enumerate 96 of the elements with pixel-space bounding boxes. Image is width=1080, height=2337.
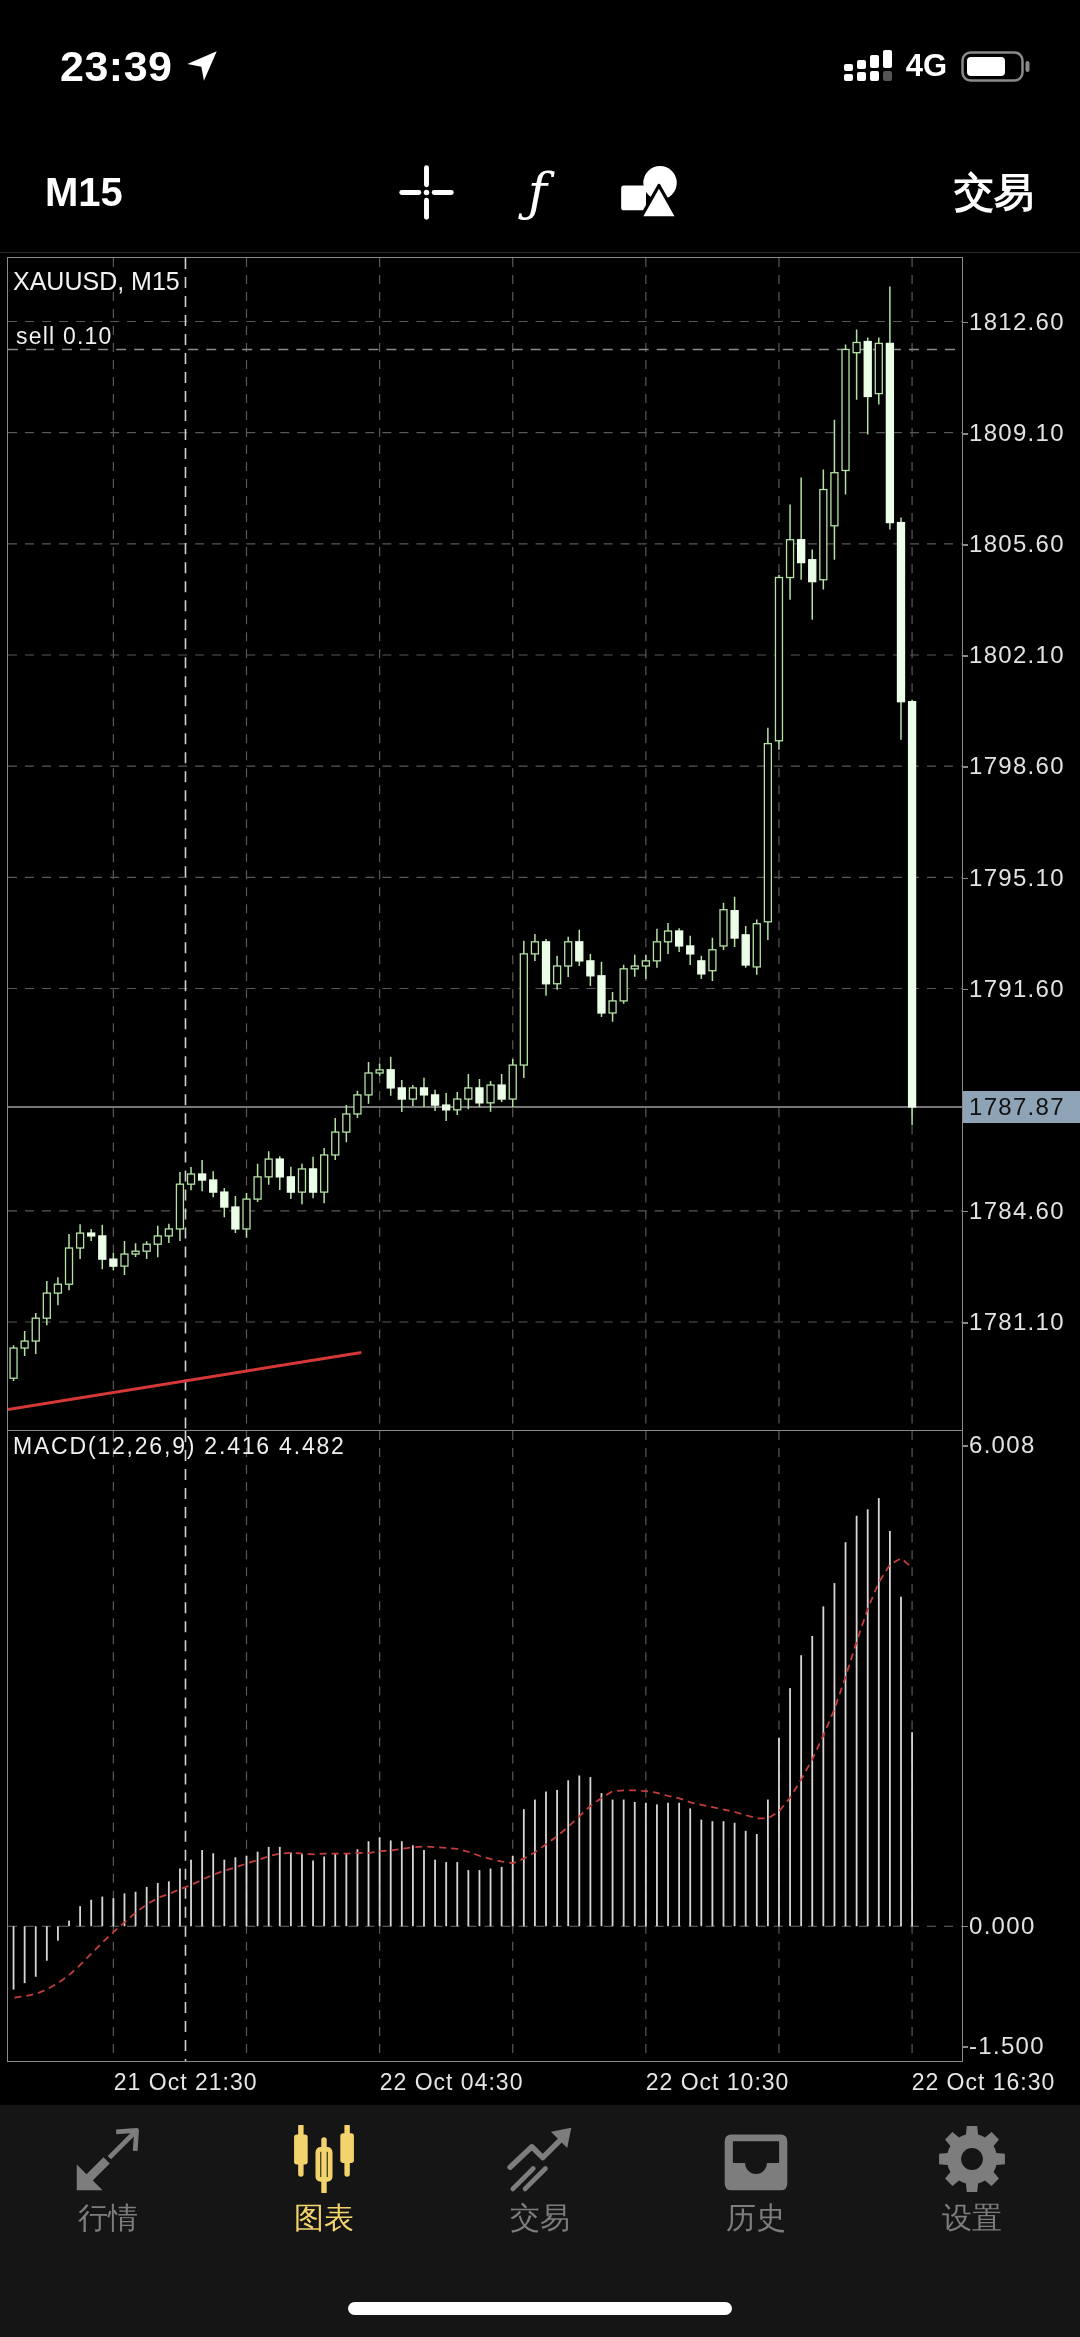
candlestick (552, 955, 562, 991)
time-axis-label: 22 Oct 04:30 (379, 2068, 524, 2096)
time-axis-label: 21 Oct 21:30 (113, 2068, 258, 2096)
indicators-button[interactable]: ƒ (515, 155, 560, 229)
status-time: 23:39 (60, 41, 173, 91)
candlestick (874, 336, 883, 406)
candlestick (408, 1084, 418, 1107)
candlestick (53, 1276, 63, 1306)
candlestick (863, 336, 872, 436)
chart-symbol-label: XAUUSD, M15 (13, 266, 180, 296)
price-axis-label: 1781.10 (969, 1307, 1065, 1338)
tab-bar-item[interactable]: 行情 (0, 2105, 216, 2235)
objects-button[interactable] (621, 165, 679, 219)
candlestick (730, 895, 739, 948)
candlestick (763, 727, 773, 941)
candlestick (75, 1223, 85, 1260)
candlestick (120, 1240, 129, 1276)
candlestick (852, 328, 861, 401)
candlestick (98, 1224, 107, 1271)
current-price-label: 1787.87 (963, 1091, 1080, 1124)
location-arrow-icon (186, 50, 219, 82)
candlestick (297, 1163, 307, 1205)
candlestick (774, 573, 784, 751)
candlestick (175, 1171, 185, 1242)
candlestick (564, 935, 573, 978)
candlestick (519, 940, 528, 1079)
candlestick (674, 927, 684, 953)
price-axis-label: 1802.10 (969, 640, 1065, 671)
candlestick (87, 1228, 96, 1242)
tab-bar-item[interactable]: 历史 (648, 2105, 864, 2235)
candlestick (597, 961, 606, 1018)
network-type: 4G (905, 48, 947, 84)
tab-bar-item[interactable]: 设置 (864, 2105, 1080, 2235)
time-axis-label: 22 Oct 16:30 (911, 2068, 1056, 2096)
candlestick (364, 1061, 373, 1105)
candlestick (641, 954, 650, 980)
candlestick (331, 1117, 340, 1161)
candlestick (442, 1092, 451, 1122)
candlestick (841, 343, 850, 496)
timeframe-button[interactable]: M15 (45, 169, 123, 215)
candlestick (663, 922, 673, 955)
candlestick (530, 933, 540, 962)
candlestick (342, 1104, 351, 1143)
crosshair-button[interactable] (398, 164, 454, 220)
price-axis-label: 1784.60 (969, 1195, 1065, 1226)
candlestick (419, 1077, 429, 1108)
price-axis-label: 1812.60 (969, 307, 1065, 337)
candlestick (830, 418, 839, 561)
candlestick (31, 1312, 40, 1355)
price-axis-label: 1795.10 (969, 862, 1065, 893)
candlestick (64, 1233, 74, 1291)
candlestick (20, 1330, 29, 1357)
candlestick (197, 1159, 207, 1192)
candlestick (752, 918, 761, 976)
order-label: sell 0.10 (16, 321, 113, 350)
candlestick (386, 1056, 395, 1097)
candlestick (275, 1155, 284, 1191)
candlestick (686, 935, 695, 966)
candlestick (209, 1170, 218, 1198)
candlestick (397, 1079, 406, 1113)
time-axis-label: 22 Oct 10:30 (645, 2068, 790, 2096)
settings-icon (937, 2125, 1007, 2193)
macd-axis-label: -1.500 (969, 2031, 1045, 2061)
candlestick (42, 1280, 51, 1326)
candlestick (708, 936, 717, 982)
candlestick (286, 1165, 296, 1200)
candlestick (885, 285, 895, 531)
candlestick (186, 1166, 196, 1191)
price-axis-label: 1798.60 (969, 751, 1065, 782)
candlestick (652, 928, 662, 969)
cellular-signal-icon (843, 50, 892, 82)
price-axis-label: 1805.60 (969, 529, 1065, 560)
candlestick (541, 938, 551, 997)
candlestick (819, 468, 828, 591)
macd-indicator-label: MACD(12,26,9) 2.416 4.482 (13, 1432, 346, 1460)
shapes-icon (621, 165, 679, 219)
price-axis-label: 1809.10 (969, 418, 1065, 449)
tab-bar-item[interactable]: 图表 (216, 2105, 432, 2235)
candlestick (308, 1156, 318, 1199)
crosshair-icon (398, 164, 454, 220)
candlestick (464, 1073, 473, 1110)
battery-icon (961, 50, 1030, 82)
candlestick (785, 503, 795, 601)
candlestick (797, 476, 806, 581)
macd-axis-label: 6.008 (969, 1430, 1036, 1460)
candlestick (808, 548, 817, 621)
candlestick (896, 516, 906, 741)
price-axis-label: 1791.60 (969, 973, 1065, 1004)
candlestick (430, 1089, 440, 1112)
candlestick (164, 1223, 173, 1244)
tab-bar-item[interactable]: 交易 (432, 2105, 648, 2235)
macd-axis-label: 0.000 (969, 1910, 1036, 1941)
candlestick (630, 954, 639, 978)
trade-button[interactable]: 交易 (954, 164, 1034, 220)
candlestick (153, 1225, 162, 1258)
candlestick (320, 1147, 329, 1204)
